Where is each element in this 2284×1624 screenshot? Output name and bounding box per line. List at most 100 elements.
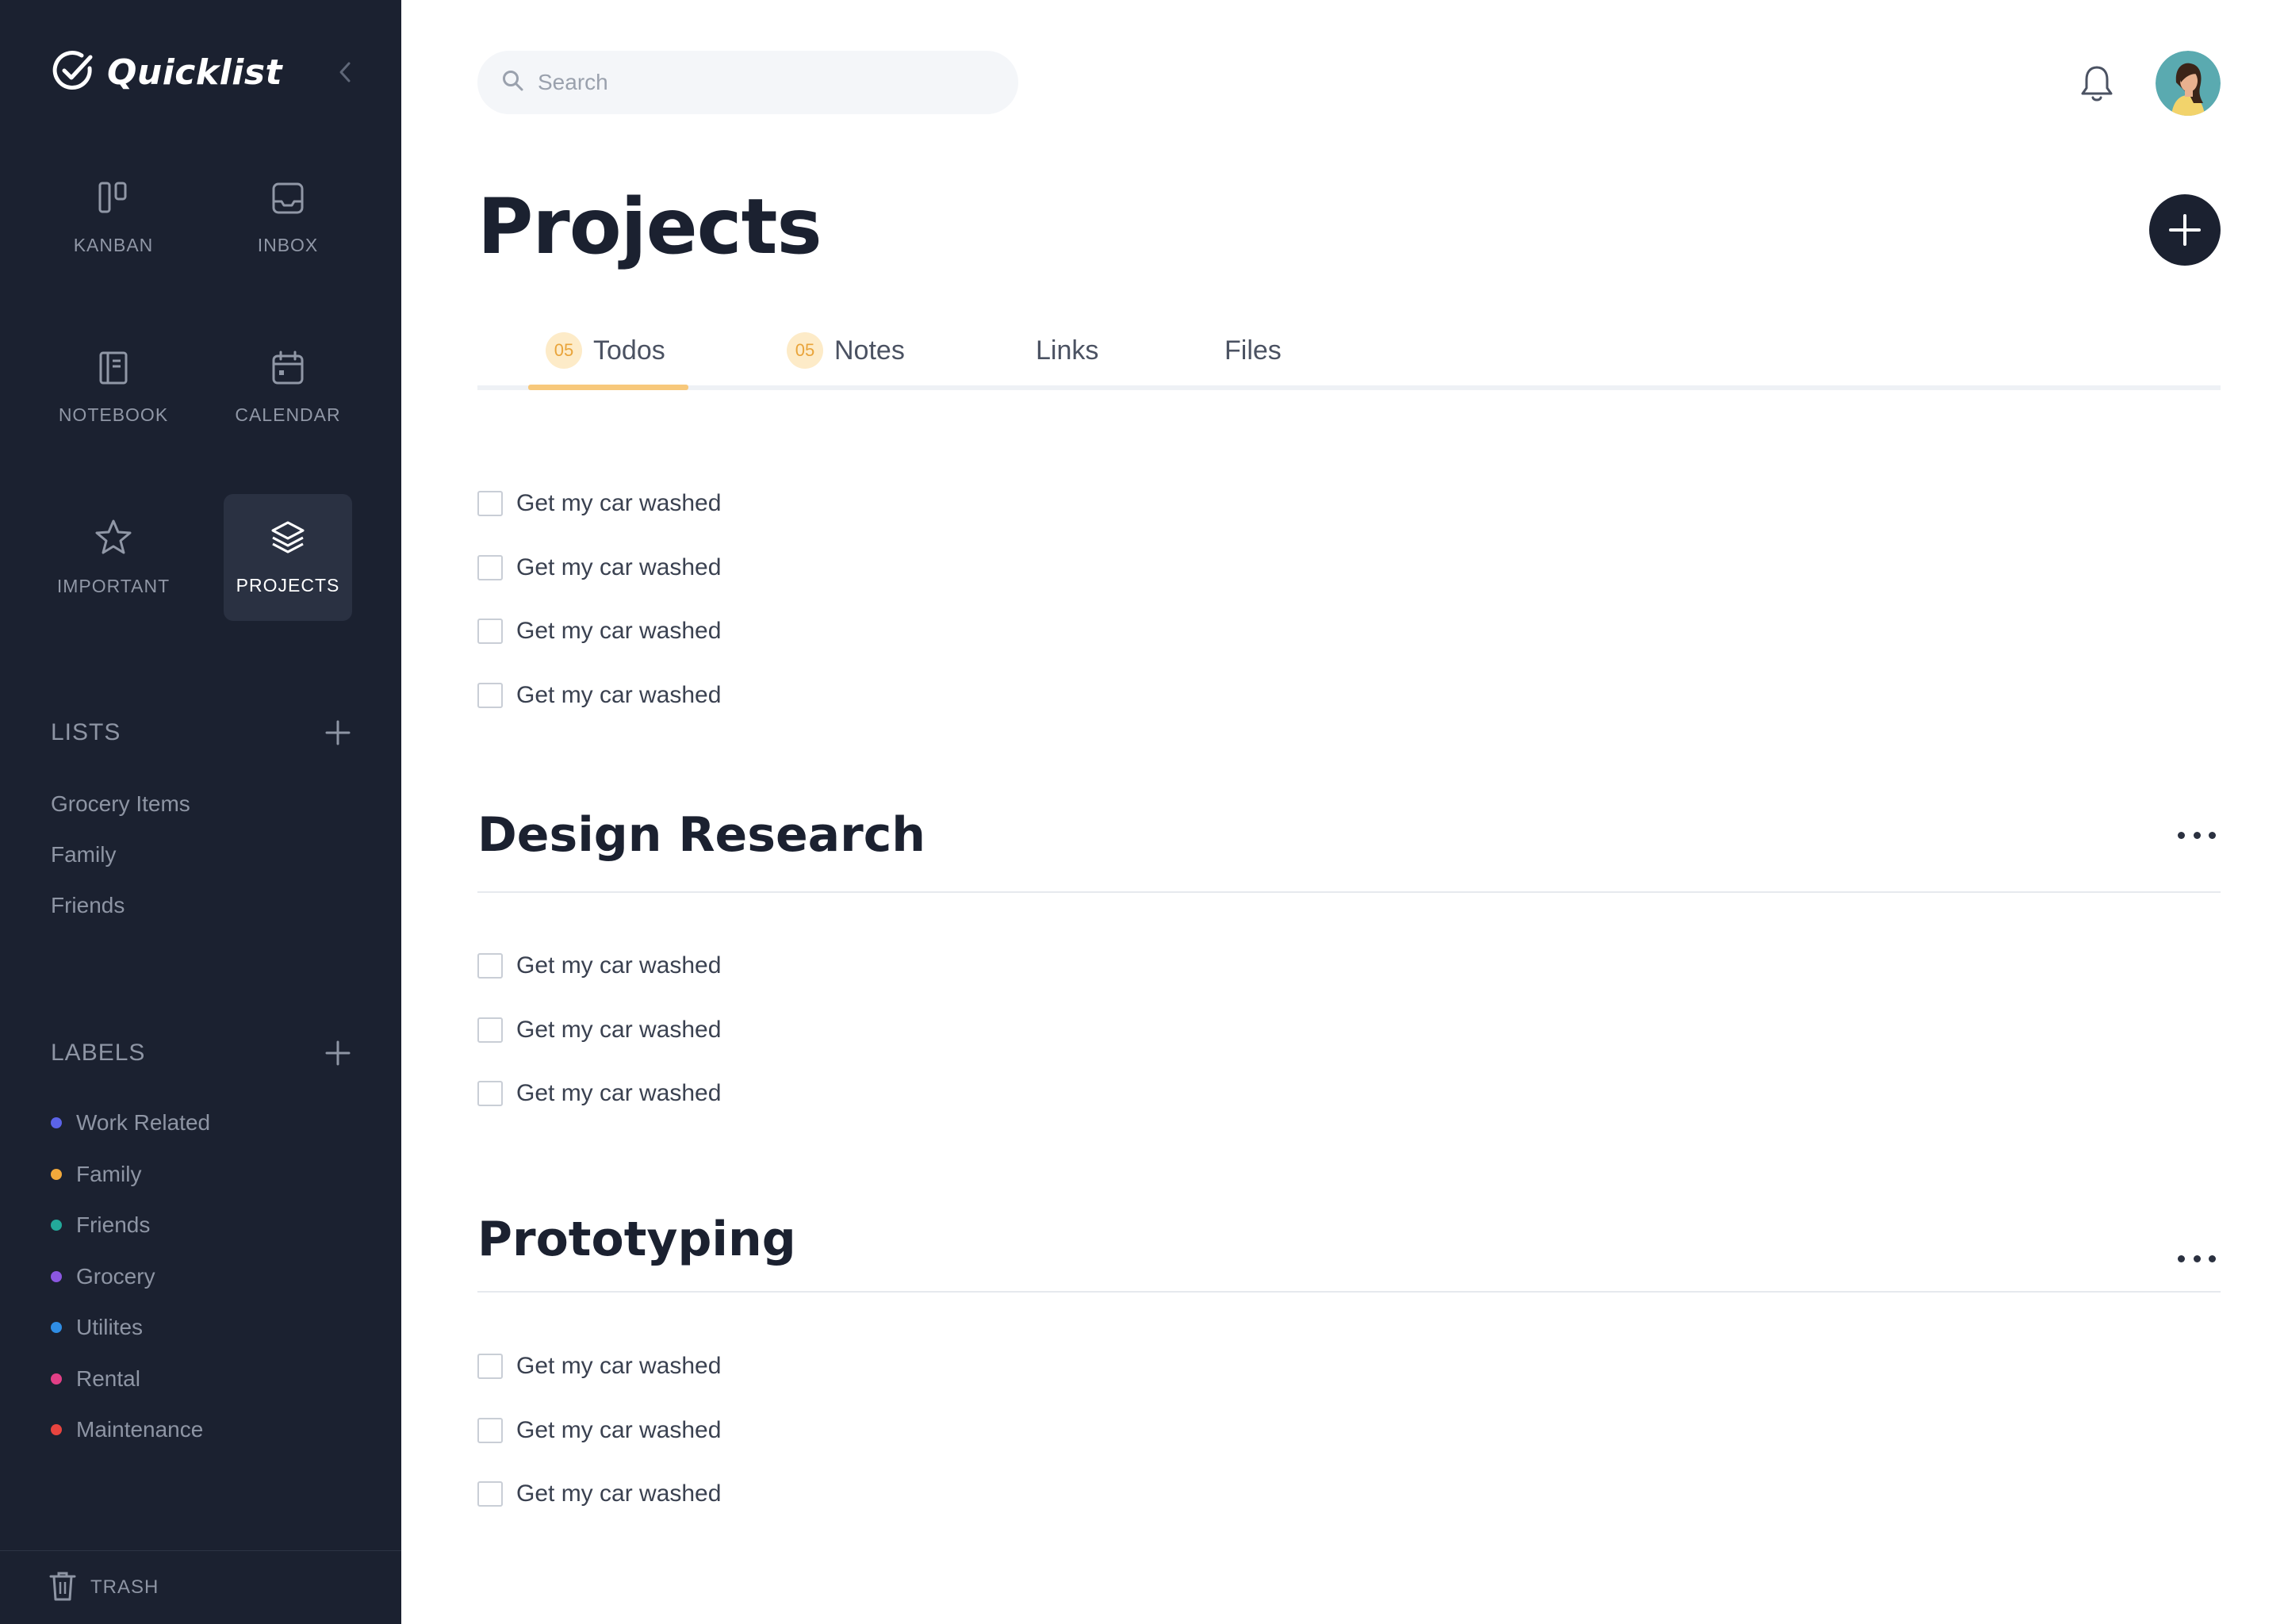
tabs-track: [477, 385, 2221, 390]
todo-list: Get my car washed Get my car washed Get …: [477, 934, 721, 1126]
nav-label: CALENDAR: [235, 404, 341, 425]
tab-todos[interactable]: 05 Todos: [546, 325, 665, 376]
label-color-dot: [51, 1322, 62, 1334]
add-list-button[interactable]: [324, 718, 352, 747]
trash-button[interactable]: TRASH: [0, 1550, 401, 1624]
group-more-button[interactable]: [2173, 1247, 2221, 1270]
todo-text: Get my car washed: [516, 1353, 722, 1380]
list-item[interactable]: Friends: [51, 880, 190, 931]
layers-icon: [269, 519, 307, 561]
more-dot-icon: [2193, 831, 2201, 839]
list-item[interactable]: Grocery Items: [51, 779, 190, 829]
todo-checkbox[interactable]: [477, 1481, 503, 1507]
todo-checkbox[interactable]: [477, 1417, 503, 1443]
todo-item: Get my car washed: [477, 998, 721, 1063]
todo-checkbox[interactable]: [477, 554, 503, 580]
todo-text: Get my car washed: [516, 681, 722, 708]
nav-inbox[interactable]: INBOX: [224, 155, 352, 282]
todo-item: Get my car washed: [477, 1399, 721, 1463]
label-item-friends[interactable]: Friends: [51, 1200, 210, 1251]
notifications-button[interactable]: [2079, 63, 2114, 102]
todo-checkbox[interactable]: [477, 953, 503, 979]
label-color-dot: [51, 1220, 62, 1231]
group-more-button[interactable]: [2173, 823, 2221, 847]
label-color-dot: [51, 1117, 62, 1129]
nav-label: IMPORTANT: [56, 576, 171, 596]
label-color-dot: [51, 1168, 62, 1180]
todo-text: Get my car washed: [516, 952, 722, 979]
nav-label: INBOX: [257, 235, 319, 255]
todo-item: Get my car washed: [477, 1462, 721, 1526]
trash-icon: [49, 1570, 76, 1606]
nav-important[interactable]: IMPORTANT: [49, 494, 178, 621]
todo-checkbox[interactable]: [477, 1017, 503, 1043]
label-item-utilites[interactable]: Utilites: [51, 1302, 210, 1354]
user-avatar[interactable]: [2156, 51, 2221, 116]
todo-checkbox[interactable]: [477, 1081, 503, 1107]
tab-files[interactable]: Files: [1224, 325, 1282, 376]
more-dot-icon: [2193, 1254, 2201, 1262]
tab-links[interactable]: Links: [1036, 325, 1098, 376]
group-divider: [477, 1291, 2221, 1293]
label-item-maintenance[interactable]: Maintenance: [51, 1404, 210, 1456]
todo-text: Get my car washed: [516, 1480, 722, 1507]
labels: Work Related Family Friends Grocery Util…: [51, 1097, 210, 1456]
todo-item: Get my car washed: [477, 664, 721, 728]
tab-label: Todos: [593, 335, 665, 366]
nav-notebook[interactable]: NOTEBOOK: [49, 324, 178, 451]
add-label-button[interactable]: [324, 1039, 352, 1067]
todo-item: Get my car washed: [477, 472, 721, 536]
brand[interactable]: Quicklist: [50, 48, 282, 98]
add-project-button[interactable]: [2149, 194, 2221, 266]
search-input[interactable]: [538, 70, 982, 95]
check-circle-logo-icon: [50, 48, 96, 98]
todo-checkbox[interactable]: [477, 682, 503, 708]
todo-item: Get my car washed: [477, 1062, 721, 1126]
collapse-sidebar-button[interactable]: [331, 59, 358, 86]
plus-icon: [2169, 214, 2201, 246]
nav-projects[interactable]: PROJECTS: [224, 494, 352, 621]
todo-text: Get my car washed: [516, 490, 722, 517]
label-item-family[interactable]: Family: [51, 1149, 210, 1201]
nav-label: NOTEBOOK: [58, 404, 169, 425]
nav-calendar[interactable]: CALENDAR: [224, 324, 352, 451]
todo-text: Get my car washed: [516, 1016, 722, 1043]
todo-item: Get my car washed: [477, 934, 721, 998]
todo-item: Get my car washed: [477, 599, 721, 664]
bell-icon: [2081, 66, 2113, 102]
todo-checkbox[interactable]: [477, 1354, 503, 1380]
label-color-dot: [51, 1424, 62, 1436]
notes-count-badge: 05: [787, 332, 823, 369]
nav-label: PROJECTS: [236, 575, 340, 596]
plus-icon: [325, 1040, 351, 1066]
label-item-work-related[interactable]: Work Related: [51, 1097, 210, 1149]
tab-notes[interactable]: 05 Notes: [787, 325, 905, 376]
label-item-grocery[interactable]: Grocery: [51, 1251, 210, 1303]
notebook-icon: [95, 350, 132, 390]
more-dot-icon: [2209, 831, 2216, 839]
todo-checkbox[interactable]: [477, 491, 503, 517]
label-color-dot: [51, 1373, 62, 1385]
label-text: Family: [76, 1161, 142, 1186]
group-header-design-research: Design Research: [477, 801, 2221, 869]
todos-count-badge: 05: [546, 332, 582, 369]
active-tab-indicator: [528, 385, 688, 390]
todo-list: Get my car washed Get my car washed Get …: [477, 1335, 721, 1526]
label-item-rental[interactable]: Rental: [51, 1354, 210, 1405]
kanban-icon: [95, 180, 132, 220]
more-dot-icon: [2209, 1254, 2216, 1262]
search-icon: [501, 69, 525, 97]
list-item[interactable]: Family: [51, 829, 190, 880]
todo-checkbox[interactable]: [477, 619, 503, 645]
todo-list: Get my car washed Get my car washed Get …: [477, 472, 721, 727]
group-header-prototyping: Prototyping: [477, 1205, 2221, 1274]
label-text: Grocery: [76, 1263, 155, 1289]
search-bar[interactable]: [477, 51, 1018, 114]
todo-text: Get my car washed: [516, 618, 722, 645]
nav-label: KANBAN: [73, 235, 154, 255]
labels-title: LABELS: [51, 1040, 146, 1066]
todo-text: Get my car washed: [516, 1416, 722, 1443]
calendar-icon: [270, 350, 306, 390]
nav-kanban[interactable]: KANBAN: [49, 155, 178, 282]
label-text: Work Related: [76, 1110, 211, 1136]
